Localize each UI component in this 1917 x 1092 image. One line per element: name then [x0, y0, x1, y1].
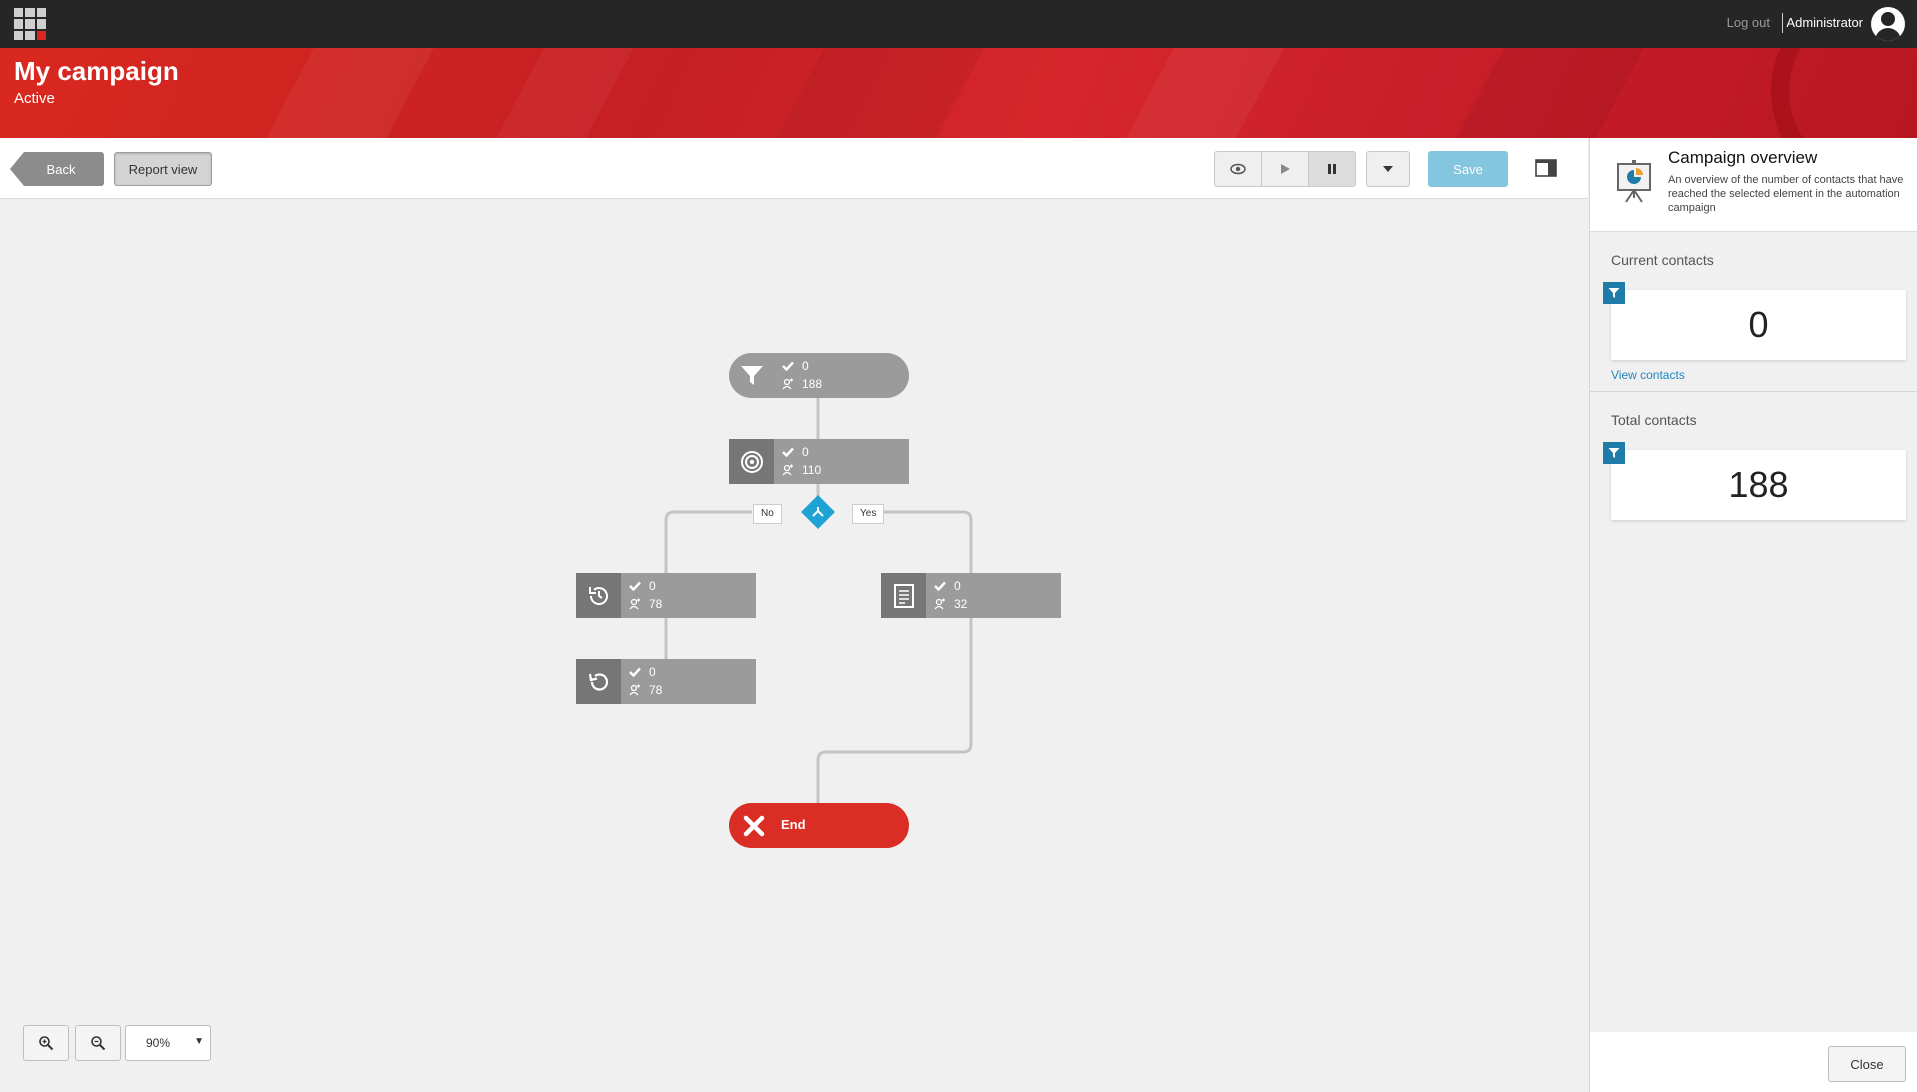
play-icon [1281, 164, 1290, 174]
total-contacts-count: 188 [1611, 450, 1906, 520]
node-completed-count: 0 [802, 359, 809, 373]
campaign-controls [1214, 151, 1356, 187]
zoom-out-icon [91, 1036, 106, 1051]
current-contacts-section: Current contacts 0 View contacts [1590, 232, 1917, 392]
toolbar: Back Report view Save [0, 138, 1588, 199]
topbar-separator [1782, 13, 1783, 33]
pause-icon [1328, 164, 1336, 174]
total-contacts-section: Total contacts 188 [1590, 392, 1917, 522]
filter-icon [1603, 282, 1625, 304]
presentation-chart-icon [1617, 160, 1651, 203]
campaign-overview-panel: Campaign overview An overview of the num… [1589, 138, 1917, 1092]
form-icon [893, 583, 914, 608]
node-completed-count: 0 [649, 665, 656, 679]
reset-icon [588, 672, 608, 691]
start-button[interactable] [1262, 152, 1309, 186]
dropdown-arrow-icon: ▼ [194, 1036, 204, 1047]
workflow-node-wait[interactable]: 0 78 [576, 573, 756, 618]
node-completed-count: 0 [802, 445, 809, 459]
contacts-icon [782, 378, 793, 390]
page-header: My campaign Active [0, 48, 1917, 138]
workflow-node-goal[interactable]: 0 110 [729, 439, 909, 484]
condition-icon [806, 500, 830, 524]
back-button[interactable]: Back [10, 152, 104, 186]
node-passed-count: 188 [802, 377, 823, 391]
close-x-icon [743, 815, 765, 836]
check-icon [629, 667, 641, 677]
funnel-icon [740, 365, 763, 385]
node-passed-count: 78 [649, 597, 663, 611]
eye-icon [1230, 163, 1246, 175]
user-name[interactable]: Administrator [1786, 15, 1863, 30]
branch-label-yes: Yes [852, 504, 885, 524]
workflow-connectors [664, 367, 973, 803]
campaign-status: Active [14, 90, 55, 107]
node-completed-count: 0 [954, 579, 961, 593]
caret-down-icon [1383, 166, 1393, 172]
contacts-icon [782, 464, 793, 476]
view-contacts-link[interactable]: View contacts [1611, 368, 1685, 382]
target-icon [740, 450, 763, 473]
node-completed-count: 0 [649, 579, 656, 593]
report-view-button[interactable]: Report view [114, 152, 212, 186]
workflow-canvas[interactable]: 0 188 0 110 No Yes 0 78 0 32 0 78 End 90… [0, 199, 1588, 1092]
check-icon [934, 581, 946, 591]
app-grid-icon[interactable] [14, 8, 46, 40]
end-label: End [781, 817, 806, 832]
preview-button[interactable] [1215, 152, 1262, 186]
panel-description: An overview of the number of contacts th… [1668, 174, 1904, 214]
node-passed-count: 78 [649, 683, 663, 697]
check-icon [782, 361, 794, 371]
branch-label-no: No [753, 504, 782, 524]
node-passed-count: 110 [802, 463, 822, 477]
more-actions-button[interactable] [1366, 151, 1410, 187]
contacts-icon [629, 598, 640, 610]
zoom-in-icon [39, 1036, 54, 1051]
panel-title: Campaign overview [1668, 148, 1818, 167]
check-icon [782, 447, 794, 457]
workflow-node-trigger[interactable]: 0 188 [729, 353, 909, 398]
check-icon [629, 581, 641, 591]
workflow-node-form[interactable]: 0 32 [881, 573, 1061, 618]
pause-button[interactable] [1309, 152, 1355, 186]
close-button[interactable]: Close [1828, 1046, 1906, 1082]
zoom-level-select[interactable]: 90% ▼ [125, 1025, 211, 1061]
zoom-in-button[interactable] [23, 1025, 69, 1061]
toggle-panel-icon[interactable] [1535, 159, 1557, 177]
node-passed-count: 32 [954, 597, 968, 611]
filter-icon [1603, 442, 1625, 464]
workflow-node-reset[interactable]: 0 78 [576, 659, 756, 704]
total-contacts-title: Total contacts [1611, 412, 1697, 428]
panel-header: Campaign overview An overview of the num… [1590, 138, 1917, 232]
history-icon [588, 586, 608, 605]
zoom-out-button[interactable] [75, 1025, 121, 1061]
header-decoration [1771, 48, 1917, 138]
current-contacts-count: 0 [1611, 290, 1906, 360]
current-contacts-title: Current contacts [1611, 252, 1714, 268]
user-avatar-icon[interactable] [1871, 7, 1905, 41]
page-title: My campaign [14, 56, 179, 86]
contacts-icon [629, 684, 640, 696]
panel-footer: Close [1590, 1032, 1917, 1092]
zoom-level-value: 90% [146, 1036, 171, 1050]
contacts-icon [934, 598, 945, 610]
top-bar: Log out Administrator [0, 0, 1917, 48]
logout-link[interactable]: Log out [1727, 15, 1770, 30]
workflow-node-end[interactable]: End [729, 803, 909, 848]
save-button[interactable]: Save [1428, 151, 1508, 187]
